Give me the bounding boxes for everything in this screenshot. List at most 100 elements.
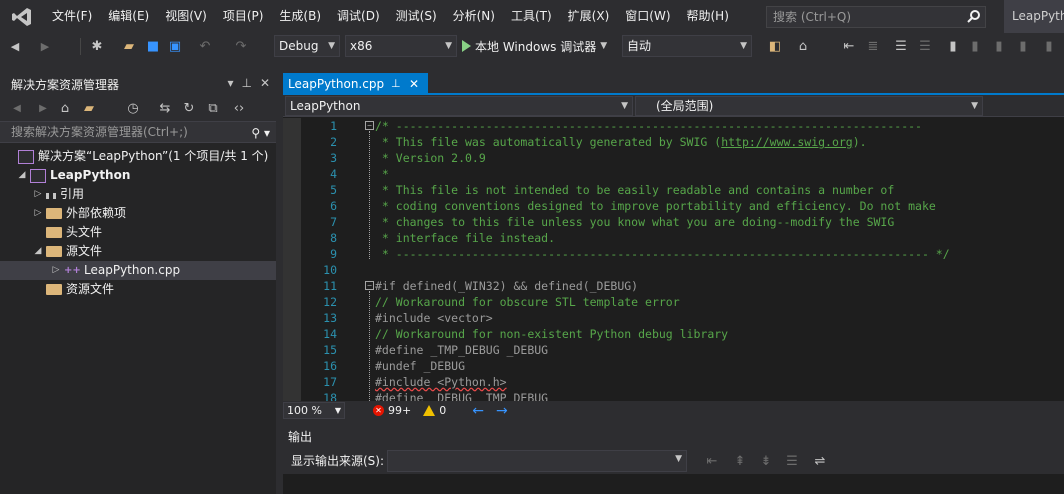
menu-item[interactable]: 测试(S) [388, 0, 445, 33]
code-line: 4 * [283, 166, 1064, 182]
undo-icon[interactable]: ↶ [196, 37, 214, 55]
menu-item[interactable]: 文件(F) [44, 0, 100, 33]
collapse-all-icon[interactable]: ⧉ [204, 99, 222, 117]
forward-icon[interactable]: ▶ [36, 37, 54, 55]
next-message-icon[interactable]: ⇟ [757, 452, 775, 470]
menu-item[interactable]: 项目(P) [215, 0, 272, 33]
pending-changes-icon[interactable]: ◷ [124, 99, 142, 117]
zoom-select[interactable]: 100 % ▼ [283, 402, 345, 419]
forward-icon[interactable]: ▶ [34, 99, 52, 117]
save-icon[interactable]: ■ [144, 37, 162, 55]
clear-bookmarks-icon[interactable]: ▮ [1014, 37, 1032, 55]
comment-link[interactable]: http://www.swig.org [721, 135, 853, 149]
code-text: * This file is not intended to be easily… [375, 183, 895, 197]
home-icon[interactable]: ⌂ [56, 99, 74, 117]
collapsed-icon[interactable]: ▷ [50, 261, 62, 280]
tree-node-sources[interactable]: ◢ 源文件 [0, 242, 276, 261]
next-bookmark-icon[interactable]: ▮ [990, 37, 1008, 55]
clear-all-icon[interactable]: ☰ [783, 452, 801, 470]
sync-icon[interactable]: ⇆ [156, 99, 174, 117]
menu-bar: 文件(F) 编辑(E) 视图(V) 项目(P) 生成(B) 调试(D) 测试(S) 分析(N)… [0, 0, 1064, 33]
run-mode-select[interactable]: 自动 ▼ [622, 35, 752, 57]
refresh-icon[interactable]: ↻ [180, 99, 198, 117]
browse-icon[interactable]: ◧ [766, 37, 784, 55]
more-tools-icon[interactable]: ▮ [1040, 37, 1058, 55]
search-icon[interactable]: ⚲ ▾ [251, 123, 270, 143]
code-text: #include <vector> [375, 311, 493, 325]
code-line: 18 #define _DEBUG _TMP_DEBUG [283, 390, 1064, 401]
pin-icon[interactable]: ⊥ [241, 76, 251, 90]
output-source-select[interactable]: ▼ [387, 450, 687, 472]
platform-value: x86 [350, 39, 373, 53]
menu-item[interactable]: 视图(V) [157, 0, 215, 33]
menu-item[interactable]: 窗口(W) [617, 0, 678, 33]
configuration-select[interactable]: Debug ▼ [274, 35, 340, 57]
previous-issue-icon[interactable]: ← [472, 403, 484, 419]
menu-item[interactable]: 帮助(H) [679, 0, 737, 33]
tree-node-resources[interactable]: 资源文件 [0, 280, 276, 299]
save-all-icon[interactable]: ▣ [166, 37, 184, 55]
tree-node-solution[interactable]: 解决方案“LeapPython”(1 个项目/共 1 个) [0, 147, 276, 166]
project-navigation-select[interactable]: LeapPython ▼ [285, 96, 633, 116]
menu-item[interactable]: 编辑(E) [100, 0, 157, 33]
collapsed-icon[interactable]: ▷ [32, 185, 44, 204]
platform-select[interactable]: x86 ▼ [345, 35, 457, 57]
tree-node-headers[interactable]: 头文件 [0, 223, 276, 242]
code-text: * interface file instead. [375, 231, 556, 245]
error-count[interactable]: ✕ 99+ [373, 404, 411, 417]
dropdown-icon[interactable]: ▾ [227, 76, 233, 90]
folder-open-icon [46, 246, 62, 257]
expanded-icon[interactable]: ◢ [32, 242, 44, 261]
search-input[interactable]: 搜索 (Ctrl+Q) [766, 6, 986, 28]
collapsed-icon[interactable]: ▷ [32, 204, 44, 223]
tree-node-project[interactable]: ◢ LeapPython [0, 166, 276, 185]
back-icon[interactable]: ◀ [8, 99, 26, 117]
error-icon: ✕ [373, 405, 384, 416]
switch-views-icon[interactable]: ▰ [80, 99, 98, 117]
comment-icon[interactable]: ☰ [892, 37, 910, 55]
step-icon[interactable]: ⇤ [840, 37, 858, 55]
open-folder-icon[interactable]: ▰ [120, 37, 138, 55]
menu-item[interactable]: 分析(N) [445, 0, 503, 33]
menu-item[interactable]: 扩展(X) [560, 0, 618, 33]
code-icon[interactable]: ‹› [230, 99, 248, 117]
collapse-region-icon[interactable]: − [365, 281, 374, 290]
tree-node-source-file[interactable]: ▷ ++ LeapPython.cpp [0, 261, 276, 280]
scope-navigation-select[interactable]: (全局范围) ▼ [635, 96, 983, 116]
expanded-icon[interactable]: ◢ [16, 166, 28, 185]
run-debugger-button[interactable]: 本地 Windows 调试器 ▼ [462, 36, 607, 56]
code-area[interactable]: 1−/* -----------------------------------… [283, 118, 1064, 401]
tree-node-references[interactable]: ▷ 引用 [0, 185, 276, 204]
tab-leappython-cpp[interactable]: LeapPython.cpp ⊥ ✕ [283, 73, 428, 95]
pin-icon[interactable]: ⊥ [391, 73, 401, 95]
bookmark-icon[interactable]: ▮ [944, 37, 962, 55]
uncomment-icon[interactable]: ☰ [916, 37, 934, 55]
panel-splitter[interactable] [276, 60, 283, 494]
solution-icon [18, 149, 34, 164]
search-icon[interactable] [967, 9, 981, 29]
find-message-icon[interactable]: ⇤ [703, 452, 721, 470]
close-icon[interactable]: ✕ [409, 73, 419, 95]
output-source-label: 显示输出来源(S): [291, 454, 385, 468]
solution-search-input[interactable]: 搜索解决方案资源管理器(Ctrl+;) ⚲ ▾ [0, 121, 276, 143]
warning-count[interactable]: 0 [423, 404, 446, 417]
prev-bookmark-icon[interactable]: ▮ [966, 37, 984, 55]
references-icon [46, 192, 56, 199]
redo-icon[interactable]: ↷ [232, 37, 250, 55]
next-issue-icon[interactable]: → [496, 403, 508, 419]
new-project-icon[interactable]: ✱ [88, 37, 106, 55]
back-icon[interactable]: ◀ [6, 37, 24, 55]
collapse-region-icon[interactable]: − [365, 121, 374, 130]
prev-message-icon[interactable]: ⇞ [731, 452, 749, 470]
indent-icon[interactable]: ≣ [864, 37, 882, 55]
code-line: 14 // Workaround for non-existent Python … [283, 326, 1064, 342]
home-icon[interactable]: ⌂ [794, 37, 812, 55]
menu-item[interactable]: 调试(D) [329, 0, 388, 33]
close-icon[interactable]: ✕ [260, 76, 270, 90]
tree-node-external-deps[interactable]: ▷ 外部依赖项 [0, 204, 276, 223]
menu-item[interactable]: 工具(T) [503, 0, 560, 33]
word-wrap-icon[interactable]: ⇌ [811, 452, 829, 470]
output-text-area[interactable] [283, 474, 1064, 494]
menu-item[interactable]: 生成(B) [271, 0, 329, 33]
chevron-down-icon[interactable]: ▼ [600, 41, 607, 51]
